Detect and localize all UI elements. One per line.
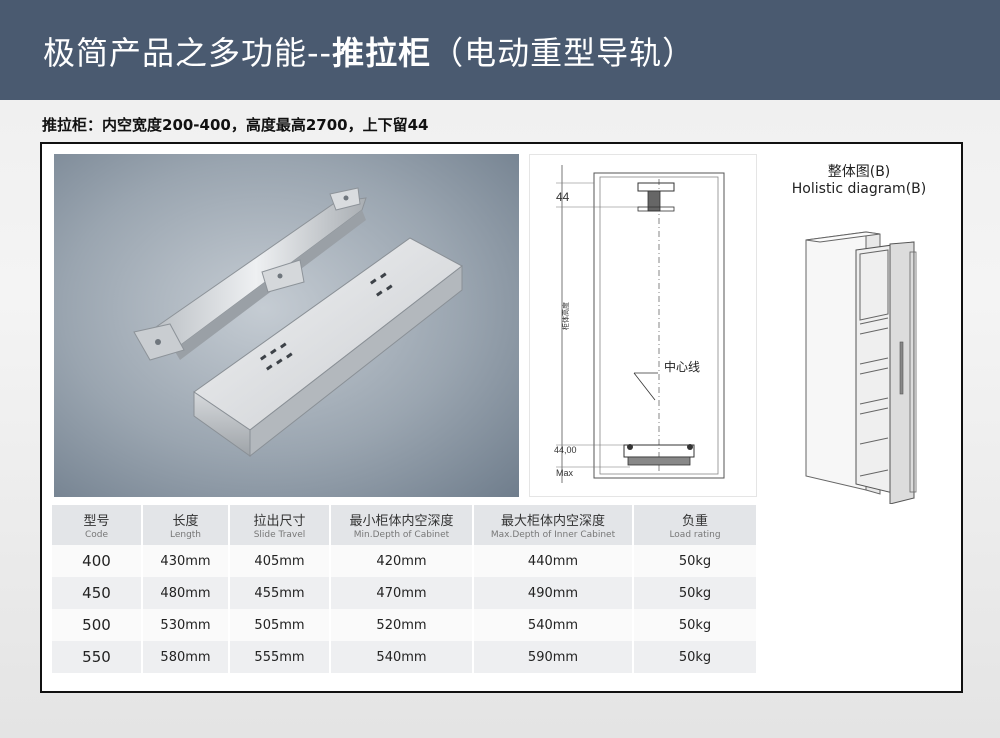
table-row: 550 580mm 555mm 540mm 590mm 50kg: [52, 641, 758, 673]
slide-rail-illustration: [133, 187, 463, 458]
header-min-depth: 最小柜体内空深度 Min.Depth of Cabinet: [330, 505, 474, 545]
header-banner: 极简产品之多功能--推拉柜（电动重型导轨）: [0, 0, 1000, 100]
cell-slide-travel: 555mm: [229, 641, 331, 673]
dim-top-label: 44: [556, 190, 570, 204]
table-row: 500 530mm 505mm 520mm 540mm 50kg: [52, 609, 758, 641]
cell-slide-travel: 505mm: [229, 609, 331, 641]
cell-min-depth: 420mm: [330, 545, 474, 577]
cell-load: 50kg: [633, 609, 758, 641]
cell-slide-travel: 405mm: [229, 545, 331, 577]
header-load: 负重 Load rating: [633, 505, 758, 545]
title-bold: 推拉柜: [332, 34, 432, 72]
holistic-diagram: 整体图(B) Holistic diagram(B): [764, 154, 954, 504]
cell-code: 400: [52, 545, 143, 577]
dim-max-label: Max: [556, 468, 574, 478]
page-title: 极简产品之多功能--推拉柜（电动重型导轨）: [43, 28, 695, 74]
cell-load: 50kg: [633, 641, 758, 673]
cell-max-depth: 440mm: [473, 545, 634, 577]
spec-subtitle: 推拉柜：内空宽度200-400，高度最高2700，上下留44: [42, 116, 429, 134]
specs-table: 型号 Code 长度 Length 拉出尺寸 Slide Travel 最小柜体内空深…: [52, 505, 758, 673]
center-line-label: 中心线: [664, 359, 700, 374]
header-code: 型号 Code: [52, 505, 143, 545]
cell-max-depth: 490mm: [473, 577, 634, 609]
header-max-depth: 最大柜体内空深度 Max.Depth of Inner Cabinet: [473, 505, 634, 545]
cell-length: 530mm: [142, 609, 230, 641]
dimension-drawing: 44 44,00 Max 柜体高度 中心线: [529, 154, 757, 497]
product-photo: [54, 154, 519, 497]
content-frame: 44 44,00 Max 柜体高度 中心线 整体图(B) Holistic di…: [40, 142, 963, 693]
title-suffix: （电动重型导轨）: [431, 34, 696, 72]
cell-length: 480mm: [142, 577, 230, 609]
pull-out-cabinet-illustration: [805, 231, 917, 504]
cell-code: 450: [52, 577, 143, 609]
table-header-row: 型号 Code 长度 Length 拉出尺寸 Slide Travel 最小柜体内空深…: [52, 505, 758, 545]
holistic-title-cn: 整体图(B): [827, 164, 891, 180]
cell-code: 550: [52, 641, 143, 673]
holistic-title-en: Holistic diagram(B): [791, 181, 927, 197]
cell-min-depth: 540mm: [330, 641, 474, 673]
table-row: 400 430mm 405mm 420mm 440mm 50kg: [52, 545, 758, 577]
cell-slide-travel: 455mm: [229, 577, 331, 609]
table-row: 450 480mm 455mm 470mm 490mm 50kg: [52, 577, 758, 609]
cell-max-depth: 540mm: [473, 609, 634, 641]
cell-load: 50kg: [633, 577, 758, 609]
cell-load: 50kg: [633, 545, 758, 577]
cabinet-section-diagram: 44 44,00 Max 柜体高度 中心线: [554, 165, 725, 483]
cell-min-depth: 520mm: [330, 609, 474, 641]
header-length: 长度 Length: [142, 505, 230, 545]
cell-length: 430mm: [142, 545, 230, 577]
header-slide-travel: 拉出尺寸 Slide Travel: [229, 505, 331, 545]
dim-bottom-label: 44,00: [554, 445, 577, 455]
cell-max-depth: 590mm: [473, 641, 634, 673]
title-prefix: 极简产品之多功能--: [43, 34, 333, 72]
cell-length: 580mm: [142, 641, 230, 673]
cell-code: 500: [52, 609, 143, 641]
cell-min-depth: 470mm: [330, 577, 474, 609]
cabinet-height-label: 柜体高度: [561, 302, 570, 330]
